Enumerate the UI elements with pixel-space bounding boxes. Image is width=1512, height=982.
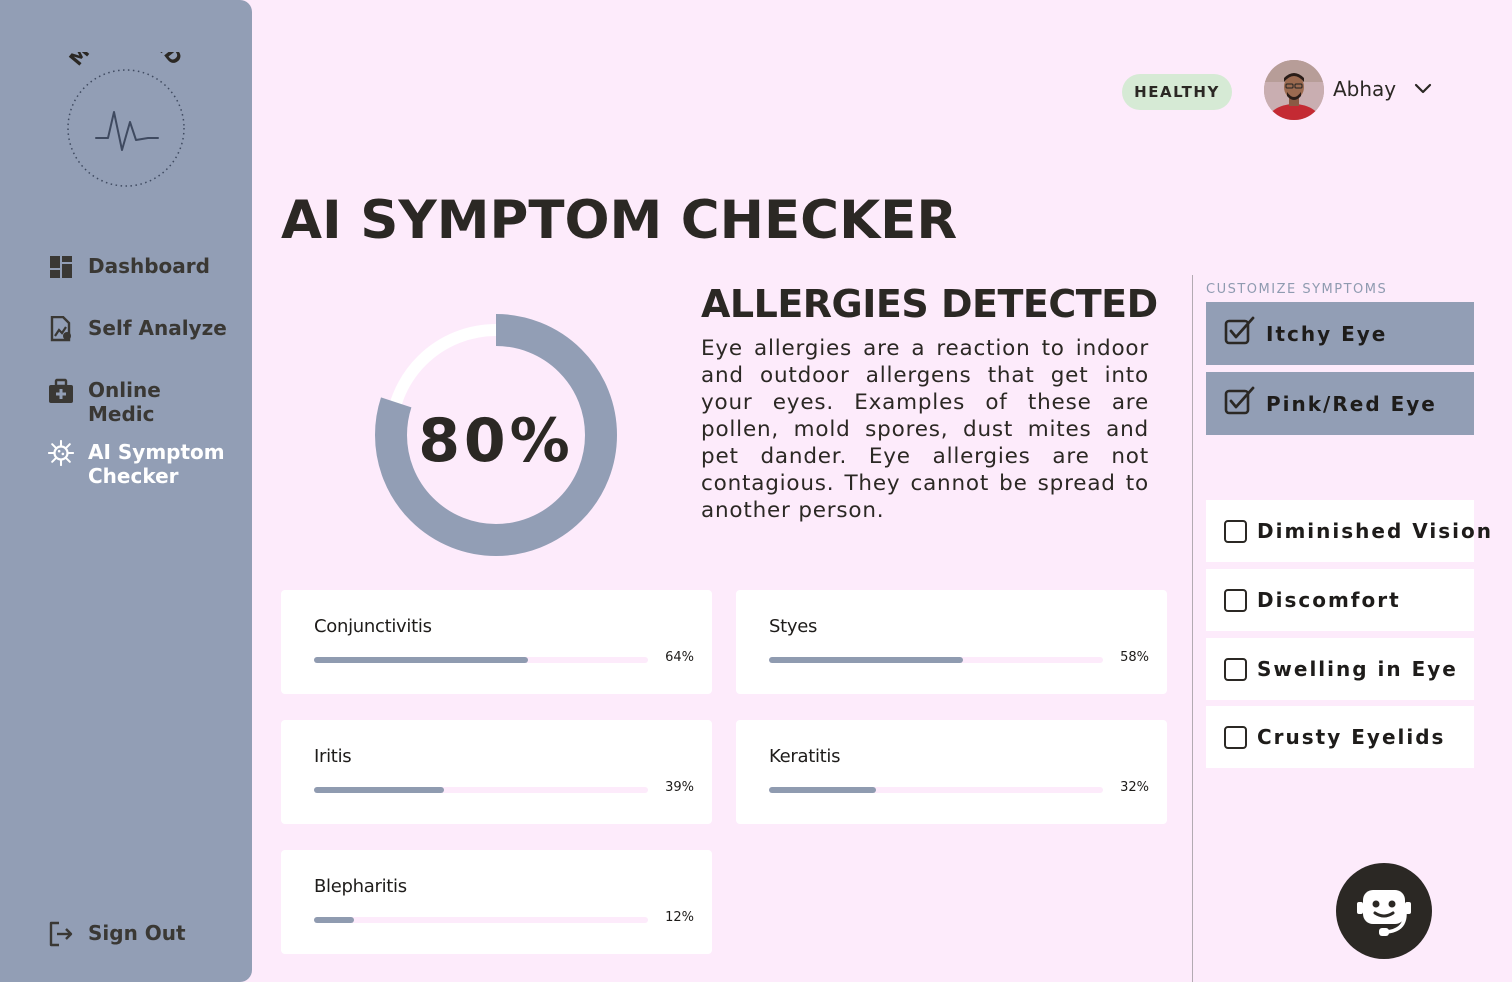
probability-value: 80%: [418, 406, 574, 476]
condition-percent: 39%: [665, 780, 694, 795]
condition-name: Blepharitis: [314, 876, 407, 897]
condition-bar-fill: [314, 787, 445, 793]
sidebar-item-label: Self Analyze: [88, 316, 227, 340]
symptom-toggle-crusty-eyelids[interactable]: Crusty Eyelids: [1206, 706, 1474, 768]
sign-out-button[interactable]: Sign Out: [48, 921, 228, 947]
condition-name: Styes: [769, 616, 818, 637]
symptom-label: Swelling in Eye: [1257, 657, 1458, 681]
sidebar-item-label: AI Symptom Checker: [88, 440, 225, 488]
diagnosis-title: ALLERGIES DETECTED: [701, 282, 1158, 326]
chatbot-icon: [1357, 890, 1411, 936]
symptom-label: Diminished Vision: [1257, 519, 1493, 543]
condition-name: Iritis: [314, 746, 352, 767]
condition-card[interactable]: Conjunctivitis 64%: [281, 590, 712, 694]
symptom-label: Pink/Red Eye: [1266, 391, 1437, 416]
condition-percent: 32%: [1120, 780, 1149, 795]
sidebar-item-label: Online Medic: [88, 378, 161, 426]
customize-symptoms-heading: CUSTOMIZE SYMPTOMS: [1206, 282, 1388, 297]
sidebar-item-dashboard[interactable]: Dashboard: [48, 254, 228, 280]
status-badge: HEALTHY: [1122, 74, 1232, 110]
chevron-down-icon[interactable]: [1413, 82, 1433, 101]
panel-divider: [1192, 275, 1193, 982]
checkbox-checked-icon: [1224, 316, 1256, 351]
condition-bar: [314, 787, 648, 793]
chatbot-button[interactable]: [1336, 863, 1432, 959]
diagnosis-description: Eye allergies are a reaction to indoor a…: [701, 336, 1149, 523]
condition-bar: [314, 917, 648, 923]
condition-bar-fill: [314, 657, 528, 663]
checkbox-checked-icon: [1224, 386, 1256, 421]
symptom-toggle-discomfort[interactable]: Discomfort: [1206, 569, 1474, 631]
sidebar-item-self-analyze[interactable]: Self Analyze: [48, 316, 228, 342]
condition-bar-fill: [769, 787, 876, 793]
sidebar: MEDHEAD Dashboard Self Analyze Online Me…: [0, 0, 252, 982]
sidebar-item-ai-symptom-checker[interactable]: AI Symptom Checker: [48, 439, 228, 488]
dashboard-icon: [48, 254, 74, 280]
heartbeat-icon: MEDHEAD: [65, 23, 187, 187]
sign-out-icon: [48, 921, 74, 947]
condition-name: Conjunctivitis: [314, 616, 432, 637]
condition-card[interactable]: Blepharitis 12%: [281, 850, 712, 954]
symptom-toggle-diminished-vision[interactable]: Diminished Vision: [1206, 500, 1491, 562]
condition-bar-fill: [769, 657, 963, 663]
condition-card[interactable]: Iritis 39%: [281, 720, 712, 824]
user-name[interactable]: Abhay: [1333, 77, 1396, 101]
condition-bar-fill: [314, 917, 355, 923]
condition-percent: 12%: [665, 910, 694, 925]
checkbox-icon: [1224, 725, 1247, 749]
user-photo: [1264, 60, 1324, 120]
page-title: AI SYMPTOM CHECKER: [281, 190, 958, 251]
symptom-toggle-itchy-eye[interactable]: Itchy Eye: [1206, 302, 1474, 365]
sidebar-item-label: Dashboard: [88, 254, 210, 278]
brand-name: MEDHEAD: [65, 23, 186, 70]
condition-card[interactable]: Keratitis 32%: [736, 720, 1167, 824]
condition-percent: 64%: [665, 650, 694, 665]
document-chart-icon: [48, 316, 74, 342]
checkbox-icon: [1224, 519, 1247, 543]
condition-bar: [769, 787, 1103, 793]
brand-logo[interactable]: MEDHEAD: [58, 23, 194, 192]
svg-text:MEDHEAD: MEDHEAD: [65, 52, 187, 70]
checkbox-icon: [1224, 588, 1247, 612]
condition-card[interactable]: Styes 58%: [736, 590, 1167, 694]
condition-bar: [769, 657, 1103, 663]
symptom-label: Itchy Eye: [1266, 321, 1388, 346]
sign-out-label: Sign Out: [88, 921, 186, 945]
virus-icon: [48, 439, 74, 467]
avatar[interactable]: [1264, 60, 1324, 120]
condition-percent: 58%: [1120, 650, 1149, 665]
symptom-label: Discomfort: [1257, 588, 1401, 612]
symptom-label: Crusty Eyelids: [1257, 725, 1446, 749]
condition-bar: [314, 657, 648, 663]
symptom-toggle-pink-red-eye[interactable]: Pink/Red Eye: [1206, 372, 1474, 435]
checkbox-icon: [1224, 657, 1247, 681]
sidebar-item-online-medic[interactable]: Online Medic: [48, 378, 228, 426]
medical-kit-icon: [48, 378, 74, 404]
condition-name: Keratitis: [769, 746, 841, 767]
symptom-toggle-swelling-in-eye[interactable]: Swelling in Eye: [1206, 638, 1474, 700]
